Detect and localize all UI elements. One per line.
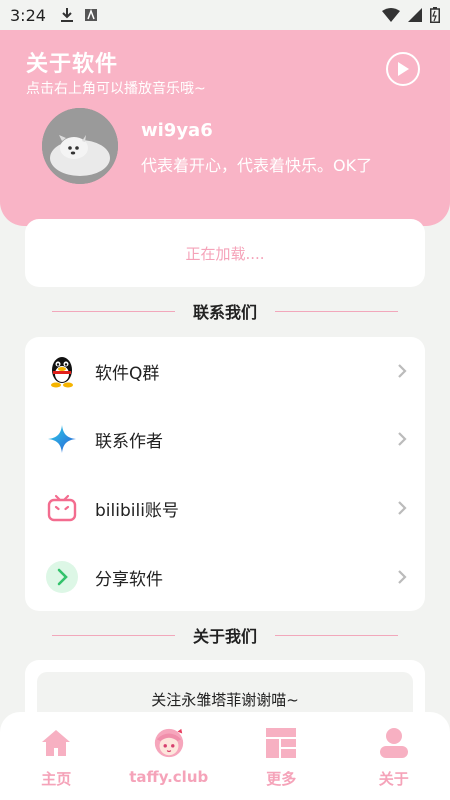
chevron-right-icon bbox=[398, 501, 407, 515]
nav-label: taffy.club bbox=[129, 768, 209, 786]
username: wi9ya6 bbox=[141, 120, 213, 141]
contact-label: 软件Q群 bbox=[95, 363, 160, 384]
person-icon bbox=[377, 726, 411, 760]
page-subtitle: 点击右上角可以播放音乐哦~ bbox=[26, 81, 206, 97]
contact-item-share[interactable]: 分享软件 bbox=[25, 543, 425, 611]
play-music-button[interactable] bbox=[386, 52, 420, 86]
contact-section-header: 联系我们 bbox=[52, 299, 399, 323]
nav-item-taffy[interactable]: taffy.club bbox=[113, 712, 226, 800]
chevron-right-icon bbox=[398, 570, 407, 584]
status-time: 3:24 bbox=[10, 5, 46, 25]
contact-label: 分享软件 bbox=[95, 569, 163, 590]
download-icon bbox=[60, 8, 73, 22]
contact-section-title: 联系我们 bbox=[193, 303, 258, 322]
nav-label: 主页 bbox=[41, 770, 72, 788]
loading-text: 正在加载.... bbox=[185, 244, 265, 263]
contact-item-author[interactable]: 联系作者 bbox=[25, 405, 425, 473]
avatar bbox=[42, 108, 118, 184]
home-icon bbox=[39, 726, 73, 760]
about-section-header: 关于我们 bbox=[52, 623, 399, 647]
bottom-nav: 主页 taffy.club 更多 关于 bbox=[0, 712, 450, 800]
profile-header: 关于软件 点击右上角可以播放音乐哦~ wi9ya6 代表着开心，代表着快乐。OK… bbox=[0, 30, 450, 226]
status-bar: 3:24 bbox=[0, 0, 450, 30]
contact-label: bilibili账号 bbox=[95, 500, 179, 521]
contact-item-bilibili[interactable]: bilibili账号 bbox=[25, 474, 425, 542]
nav-item-about[interactable]: 关于 bbox=[338, 712, 450, 800]
divider-line bbox=[52, 634, 175, 636]
wifi-icon bbox=[382, 8, 400, 22]
dog-avatar-image bbox=[42, 108, 118, 184]
sparkle-icon bbox=[45, 422, 79, 456]
contact-item-qq-group[interactable]: 软件Q群 bbox=[25, 337, 425, 405]
play-icon bbox=[398, 62, 409, 76]
divider-line bbox=[275, 634, 399, 636]
about-section-title: 关于我们 bbox=[193, 627, 258, 646]
user-signature: 代表着开心，代表着快乐。OK了 bbox=[141, 156, 373, 175]
loading-card: 正在加载.... bbox=[25, 219, 425, 287]
app-notification-icon bbox=[84, 8, 97, 21]
divider-line bbox=[52, 310, 175, 312]
qq-penguin-icon bbox=[45, 354, 79, 388]
status-notification-icons bbox=[60, 7, 98, 23]
status-system-icons bbox=[382, 7, 440, 23]
contact-label: 联系作者 bbox=[95, 431, 163, 452]
taffy-avatar-icon bbox=[152, 726, 186, 760]
divider-line bbox=[275, 310, 399, 312]
grid-icon bbox=[264, 726, 298, 760]
battery-icon bbox=[430, 7, 440, 23]
bilibili-tv-icon bbox=[45, 491, 79, 525]
share-chevron-icon bbox=[45, 560, 79, 594]
contact-list: 软件Q群 联系作者 bilibili账号 分享软件 bbox=[25, 337, 425, 611]
chevron-right-icon bbox=[398, 364, 407, 378]
page-title: 关于软件 bbox=[26, 52, 119, 77]
nav-label: 更多 bbox=[266, 770, 297, 788]
nav-item-home[interactable]: 主页 bbox=[0, 712, 113, 800]
nav-label: 关于 bbox=[378, 770, 409, 788]
chevron-right-icon bbox=[398, 432, 407, 446]
signal-icon bbox=[408, 8, 422, 22]
nav-item-more[interactable]: 更多 bbox=[225, 712, 338, 800]
